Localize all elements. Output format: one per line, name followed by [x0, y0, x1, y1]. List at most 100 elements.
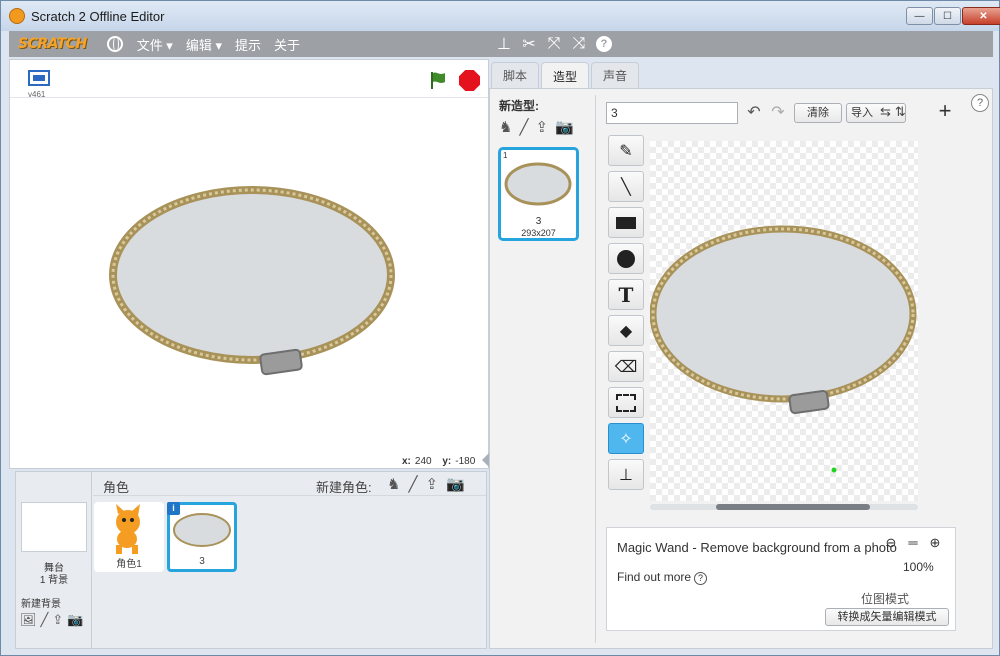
scratch-logo[interactable]: SCRATCH: [18, 36, 87, 52]
camera-sprite-icon[interactable]: 📷: [446, 475, 465, 493]
x-label: x:: [402, 456, 411, 467]
scratch-cat-icon: [9, 8, 25, 24]
undo-icon[interactable]: ↶: [744, 103, 764, 123]
close-button[interactable]: ✕: [962, 7, 1000, 25]
bracelet-image: [109, 186, 395, 376]
paint-backdrop-icon[interactable]: ╱: [41, 612, 49, 628]
zoom-percent: 100%: [903, 560, 934, 574]
magic-wand-icon[interactable]: ✧: [608, 423, 644, 454]
stamp-icon[interactable]: ⊥: [608, 459, 644, 490]
sprite-name: 角色1: [116, 559, 142, 570]
paint-canvas[interactable]: [650, 141, 918, 501]
convert-to-vector-button[interactable]: 转换成矢量编辑模式: [825, 608, 949, 626]
paint-editor: ↶ ↷ 清除 导入 ⇆ ⇅ + ✎ ╲ T ◆ ⌫ ✧ ⊥: [595, 95, 969, 643]
flip-tools: ⇆ ⇅: [880, 104, 906, 120]
brush-icon[interactable]: ✎: [608, 135, 644, 166]
backdrop-count: 1 背景: [39, 575, 69, 586]
upload-sprite-icon[interactable]: ⇪: [425, 475, 438, 493]
info-icon[interactable]: i: [167, 502, 180, 515]
clear-button[interactable]: 清除: [794, 103, 842, 123]
sprite-tile[interactable]: 角色1: [94, 502, 164, 572]
x-value: 240: [414, 456, 432, 467]
tip-panel: Magic Wand - Remove background from a ph…: [606, 527, 956, 631]
help-circle-icon: ?: [694, 572, 708, 585]
zoom-in-icon[interactable]: ⊕: [925, 534, 945, 552]
new-sprite-tools: ♞ ╱ ⇪ 📷: [387, 475, 465, 493]
y-label: y:: [442, 456, 452, 467]
zoom-reset-icon[interactable]: ═: [903, 534, 923, 552]
menu-tips[interactable]: 提示: [235, 35, 261, 54]
zoom-out-icon[interactable]: ⊖: [881, 534, 901, 552]
stage-header: v461: [10, 60, 488, 99]
upload-backdrop-icon[interactable]: ⇪: [52, 612, 63, 628]
stage-canvas[interactable]: [16, 100, 484, 452]
side-help-icon[interactable]: ?: [971, 94, 989, 112]
tab-costumes[interactable]: 造型: [541, 62, 589, 89]
new-costume-label: 新造型:: [499, 99, 539, 113]
fill-icon[interactable]: ◆: [608, 315, 644, 346]
menu-edit[interactable]: 编辑 ▾: [186, 35, 222, 54]
line-icon[interactable]: ╲: [608, 171, 644, 202]
costume-size: 293x207: [521, 228, 556, 238]
menu-file[interactable]: 文件 ▾: [137, 35, 173, 54]
backdrop-library-icon[interactable]: 🖼: [20, 612, 37, 628]
ellipse-icon[interactable]: [608, 243, 644, 274]
editor-tabs: 脚本 造型 声音: [491, 62, 641, 89]
duplicate-stamp-icon[interactable]: ⊥: [496, 34, 512, 54]
stage-panel: v461 x: 240 y: -180: [9, 59, 489, 469]
costume-panel: 新造型: ♞ ╱ ⇪ 📷 1 3 293x207 ↶ ↷ 清除 导入 ⇆ ⇅ +: [489, 88, 993, 649]
window-title: Scratch 2 Offline Editor: [31, 8, 165, 24]
green-flag-icon[interactable]: [428, 70, 448, 90]
shrink-icon[interactable]: ⤨: [571, 35, 587, 53]
flip-horizontal-icon[interactable]: ⇆: [880, 104, 891, 120]
tab-sounds[interactable]: 声音: [591, 62, 639, 88]
camera-costume-icon[interactable]: 📷: [555, 118, 574, 136]
redo-icon[interactable]: ↷: [768, 103, 788, 123]
sprite-library-icon[interactable]: ♞: [387, 475, 400, 493]
stage-column: 舞台 1 背景 新建背景 🖼 ╱ ⇪ 📷: [16, 472, 92, 648]
sprite-name: 3: [199, 556, 205, 567]
find-out-more-link[interactable]: Find out more?: [617, 570, 708, 585]
paint-sprite-icon[interactable]: ╱: [408, 475, 417, 493]
rectangle-icon[interactable]: [608, 207, 644, 238]
text-icon[interactable]: T: [608, 279, 644, 310]
maximize-button[interactable]: ☐: [934, 7, 961, 25]
version-label: v461: [28, 90, 46, 99]
costume-library-icon[interactable]: ♞: [499, 118, 512, 136]
app-window: Scratch 2 Offline Editor — ☐ ✕ SCRATCH 文…: [0, 0, 1000, 656]
bitmap-mode-label: 位图模式: [861, 592, 910, 606]
upload-costume-icon[interactable]: ⇪: [535, 118, 548, 136]
language-globe-icon[interactable]: [106, 36, 123, 52]
menu-about[interactable]: 关于: [274, 35, 300, 54]
scrollbar-thumb[interactable]: [716, 504, 870, 510]
sprite-tile-selected[interactable]: i 3: [167, 502, 237, 572]
grow-icon[interactable]: ⤧: [546, 35, 562, 53]
select-icon[interactable]: [608, 387, 644, 418]
tool-tip-text: Magic Wand - Remove background from a ph…: [617, 540, 897, 555]
eraser-icon[interactable]: ⌫: [608, 351, 644, 382]
sprites-header: 角色 新建角色: ♞ ╱ ⇪ 📷: [93, 472, 486, 496]
window-controls: — ☐ ✕: [905, 7, 1000, 25]
horizontal-scrollbar[interactable]: [650, 504, 918, 510]
mouse-coordinates: x: 240 y: -180: [402, 456, 475, 467]
camera-backdrop-icon[interactable]: 📷: [67, 612, 83, 628]
costume-tile[interactable]: 1 3 293x207: [498, 147, 579, 241]
flip-vertical-icon[interactable]: ⇅: [895, 104, 906, 120]
set-center-icon[interactable]: +: [934, 100, 956, 123]
presentation-mode-icon[interactable]: [28, 70, 50, 86]
paint-costume-icon[interactable]: ╱: [519, 118, 528, 136]
costume-thumbnail: [504, 162, 572, 206]
minimize-button[interactable]: —: [906, 7, 933, 25]
bracelet-costume-image: [650, 225, 917, 473]
title-bar: Scratch 2 Offline Editor — ☐ ✕: [1, 1, 1000, 31]
stop-icon[interactable]: [459, 70, 480, 91]
backdrop-tools: 🖼 ╱ ⇪ 📷: [20, 612, 83, 628]
sprite-panel: 舞台 1 背景 新建背景 🖼 ╱ ⇪ 📷 角色 新建角色: ♞ ╱ ⇪ 📷 角色…: [15, 471, 487, 649]
sprites-title: 角色: [103, 480, 130, 495]
new-costume-tools: ♞ ╱ ⇪ 📷: [499, 118, 574, 136]
block-help-icon[interactable]: ?: [596, 36, 612, 52]
stage-thumbnail[interactable]: [21, 502, 87, 552]
delete-scissors-icon[interactable]: ✂: [521, 34, 537, 54]
tab-scripts[interactable]: 脚本: [491, 62, 539, 88]
costume-name-input[interactable]: [606, 102, 738, 124]
